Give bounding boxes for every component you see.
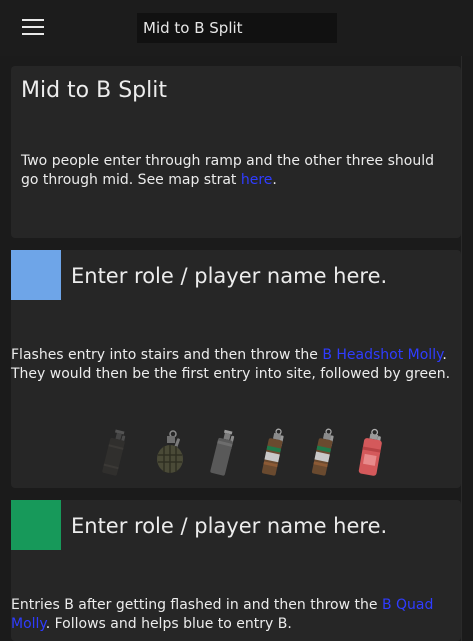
plan-description-end: .	[272, 172, 277, 188]
role-name-input[interactable]	[69, 258, 453, 294]
plan-description: Two people enter through ramp and the ot…	[21, 152, 451, 190]
role-card-blue: Flashes entry into stairs and then throw…	[11, 250, 461, 488]
map-strat-link[interactable]: here	[241, 172, 273, 188]
equipment-row	[99, 428, 382, 480]
decoy-grenade-icon[interactable]	[207, 428, 239, 478]
he-grenade-icon[interactable]	[153, 428, 187, 478]
plan-description-text: Two people enter through ramp and the ot…	[21, 153, 434, 188]
top-bar	[0, 0, 473, 56]
plan-title-input[interactable]	[137, 13, 337, 43]
role-description: Entries B after getting flashed in and t…	[11, 596, 461, 634]
flashbang-icon[interactable]	[307, 428, 339, 478]
plan-overview-card: Mid to B Split Two people enter through …	[11, 66, 461, 238]
scrollbar-track	[461, 56, 462, 641]
role-description-text: Entries B after getting flashed in and t…	[11, 597, 382, 613]
role-description-text: Flashes entry into stairs and then throw…	[11, 347, 323, 363]
role-name-input[interactable]	[69, 508, 453, 544]
incendiary-grenade-icon[interactable]	[355, 428, 387, 478]
smoke-grenade-icon[interactable]	[99, 428, 131, 478]
plan-title: Mid to B Split	[21, 78, 167, 103]
hamburger-menu-icon[interactable]	[22, 19, 44, 35]
role-color-swatch[interactable]	[11, 250, 61, 300]
role-card-green: Entries B after getting flashed in and t…	[11, 500, 461, 641]
role-description-end: . Follows and helps blue to entry B.	[45, 616, 292, 632]
b-headshot-molly-link[interactable]: B Headshot Molly	[322, 347, 442, 363]
role-color-swatch[interactable]	[11, 500, 61, 550]
role-description: Flashes entry into stairs and then throw…	[11, 346, 461, 384]
flashbang-icon[interactable]	[257, 428, 289, 478]
